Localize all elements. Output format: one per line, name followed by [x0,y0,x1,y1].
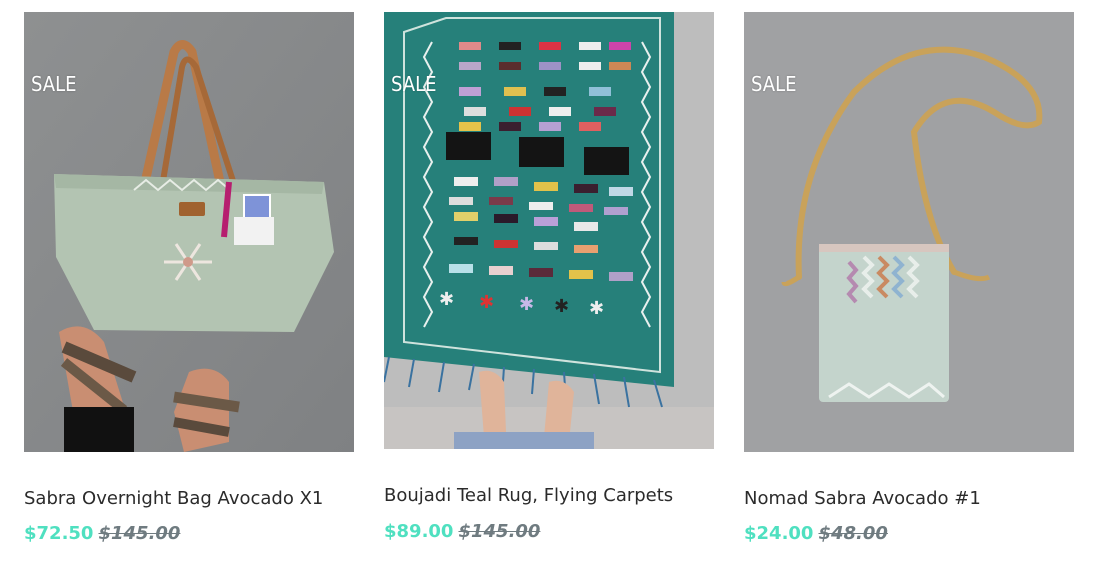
product-price: $72.50 $145.00 [24,523,180,544]
product-image[interactable]: ✱ ✱ ✱ ✱ ✱ SALE [384,12,714,449]
sale-badge: SALE [751,72,797,96]
original-price: $145.00 [98,523,181,544]
product-price: $24.00 $48.00 [744,523,888,544]
sale-price: $89.00 [384,521,454,542]
original-price: $48.00 [818,523,888,544]
product-title[interactable]: Boujadi Teal Rug, Flying Carpets [384,485,673,506]
product-image[interactable]: SALE [24,12,354,452]
product-image[interactable]: SALE [744,12,1074,452]
product-price: $89.00 $145.00 [384,521,540,542]
product-title[interactable]: Nomad Sabra Avocado #1 [744,488,981,509]
sale-price: $72.50 [24,523,94,544]
original-price: $145.00 [458,521,541,542]
svg-text:✱: ✱ [554,296,569,317]
svg-text:✱: ✱ [439,289,454,310]
sale-price: $24.00 [744,523,814,544]
svg-text:✱: ✱ [479,292,494,313]
svg-text:✱: ✱ [589,298,604,319]
sale-badge: SALE [391,72,437,96]
svg-text:✱: ✱ [519,294,534,315]
product-title[interactable]: Sabra Overnight Bag Avocado X1 [24,488,323,509]
sale-badge: SALE [31,72,77,96]
